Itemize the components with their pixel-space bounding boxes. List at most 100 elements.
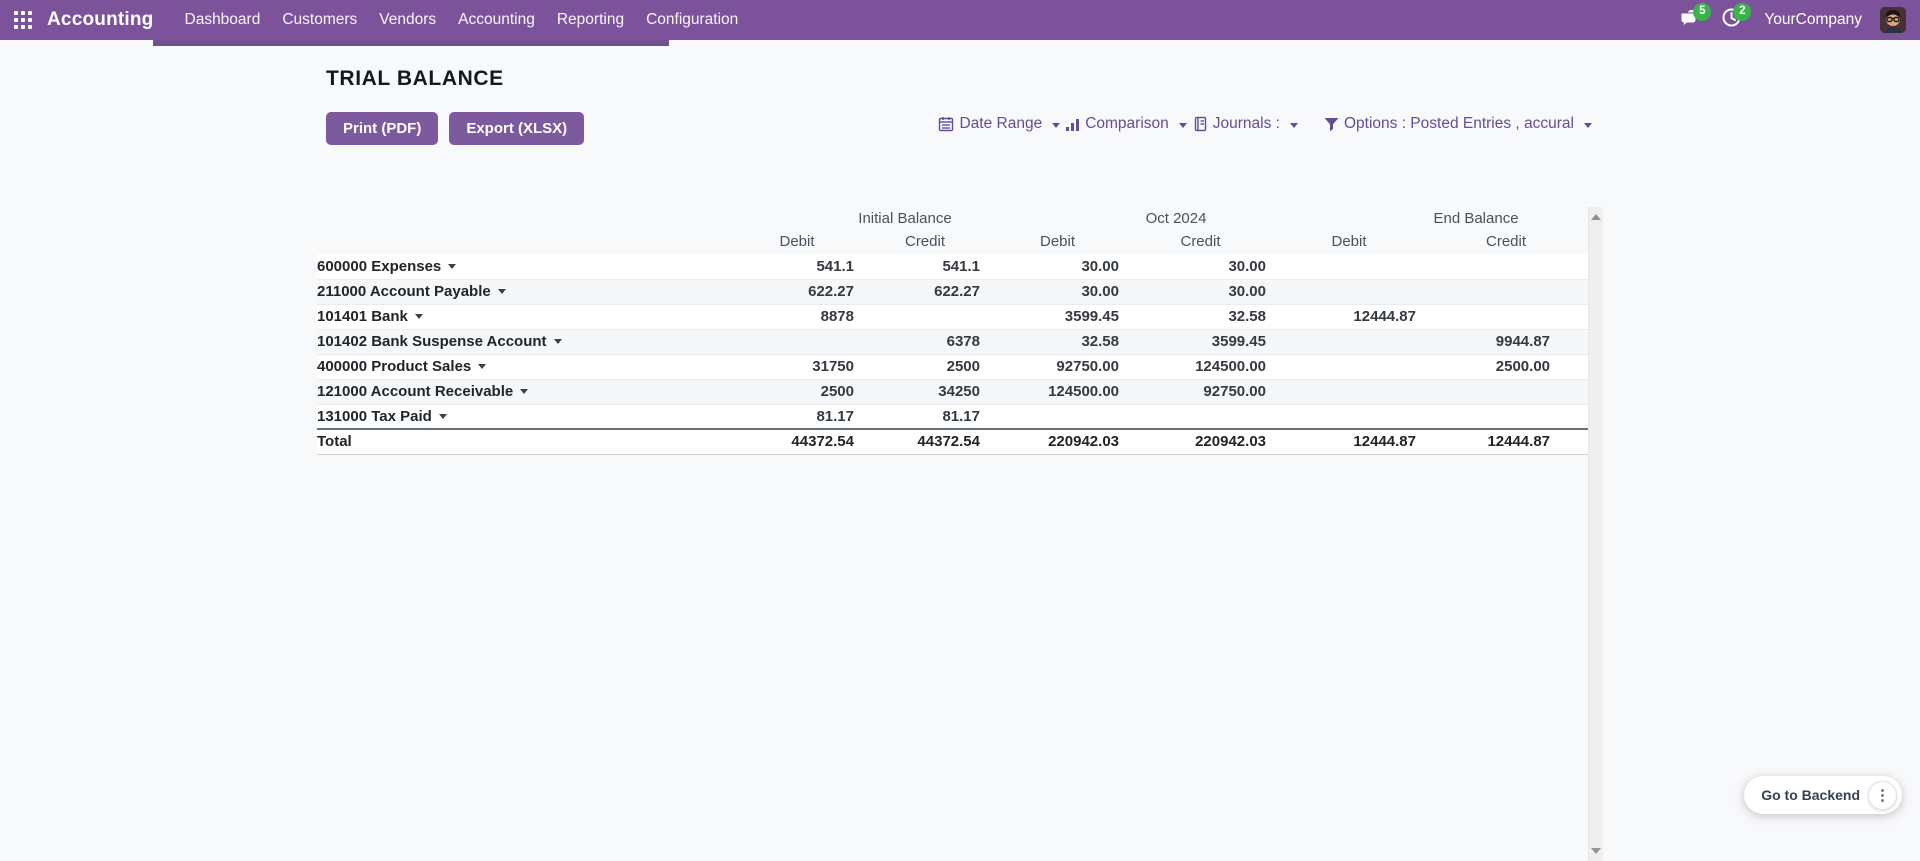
amount-cell [1424, 279, 1589, 305]
activities-badge: 2 [1733, 3, 1752, 21]
amount-cell: 44372.54 [732, 428, 862, 455]
app-brand[interactable]: Accounting [47, 9, 154, 31]
amount-cell: 2500 [732, 379, 862, 405]
column-group-header-row: Initial Balance Oct 2024 End Balance [317, 205, 1588, 231]
table-row: 211000 Account Payable 622.27 622.27 30.00 3… [317, 279, 1589, 305]
navbar-menu-shade [153, 40, 669, 46]
user-avatar[interactable] [1880, 7, 1906, 33]
comparison-label: Comparison [1085, 115, 1169, 132]
amount-cell: 124500.00 [1127, 354, 1274, 380]
scroll-up-arrow-icon[interactable] [1591, 214, 1601, 220]
column-subheader-label: Debit [779, 233, 815, 250]
amount-cell [1127, 404, 1274, 430]
debit-credit-header-row: Debit Credit Debit Credit Debit Credit [317, 231, 1588, 254]
table-row: 400000 Product Sales 31750 2500 92750.00 124… [317, 354, 1589, 380]
nav-menu-item-dashboard[interactable]: Dashboard [174, 0, 272, 40]
report-filters: Date Range Comparison Journals : Options… [317, 109, 1592, 139]
nav-menu-item-vendors[interactable]: Vendors [368, 0, 447, 40]
amount-cell: 92750.00 [988, 354, 1127, 380]
amount-cell: 124500.00 [988, 379, 1127, 405]
filter-funnel-icon [1324, 117, 1339, 132]
column-subheader-label: Debit [1039, 233, 1076, 250]
amount-cell: 31750 [732, 354, 862, 380]
amount-cell: 32.58 [1127, 304, 1274, 330]
total-label: Total [317, 428, 732, 455]
amount-cell [1424, 304, 1589, 330]
amount-cell: 44372.54 [862, 428, 988, 455]
amount-cell [732, 329, 862, 355]
company-menu[interactable]: YourCompany [1756, 11, 1870, 29]
amount-cell [1274, 404, 1424, 430]
chevron-down-icon [438, 413, 447, 419]
comparison-filter[interactable]: Comparison [1066, 115, 1187, 133]
apps-grid-icon[interactable] [14, 11, 32, 29]
backend-pill: Go to Backend ⋮ [1744, 776, 1902, 814]
account-dropdown[interactable]: 101401 Bank [317, 308, 423, 325]
column-group-label: Initial Balance [858, 210, 952, 227]
account-dropdown[interactable]: 211000 Account Payable [317, 283, 506, 300]
options-label: Options : Posted Entries , accural [1343, 115, 1574, 132]
date-range-filter[interactable]: Date Range [938, 115, 1061, 133]
account-dropdown[interactable]: 131000 Tax Paid [317, 408, 447, 425]
scroll-down-arrow-icon[interactable] [1591, 848, 1601, 854]
amount-cell: 9944.87 [1424, 329, 1589, 355]
account-dropdown[interactable]: 400000 Product Sales [317, 358, 487, 375]
nav-menu-item-configuration[interactable]: Configuration [635, 0, 749, 40]
amount-cell: 30.00 [1127, 279, 1274, 305]
chevron-down-icon [1289, 122, 1298, 128]
column-subheader-label: Credit [1180, 233, 1221, 250]
amount-cell [1274, 254, 1424, 280]
activities-button[interactable]: 2 [1716, 3, 1752, 35]
amount-cell [1274, 329, 1424, 355]
chevron-down-icon [448, 263, 457, 269]
amount-cell [862, 304, 988, 330]
account-dropdown[interactable]: 600000 Expenses [317, 258, 457, 275]
table-row: 101401 Bank 8878 3599.45 32.58 12444.87 [317, 304, 1589, 330]
nav-menu-item-accounting[interactable]: Accounting [447, 0, 546, 40]
account-dropdown[interactable]: 121000 Account Receivable [317, 383, 529, 400]
amount-cell [1274, 379, 1424, 405]
amount-cell: 3599.45 [988, 304, 1127, 330]
chevron-down-icon [1584, 122, 1592, 128]
table-row: 131000 Tax Paid 81.17 81.17 [317, 404, 1589, 430]
table-row: 600000 Expenses 541.1 541.1 30.00 30.00 [317, 254, 1589, 280]
amount-cell: 34250 [862, 379, 988, 405]
nav-menu-item-customers[interactable]: Customers [271, 0, 368, 40]
total-row: Total 44372.54 44372.54 220942.03 220942.03 1… [317, 428, 1589, 455]
vertical-scrollbar[interactable] [1588, 207, 1603, 861]
amount-cell: 541.1 [862, 254, 988, 280]
amount-cell: 8878 [732, 304, 862, 330]
trial-balance-table: Initial Balance Oct 2024 End Balance Debit… [317, 205, 1589, 455]
journals-filter[interactable]: Journals : [1193, 115, 1298, 133]
go-to-backend-button[interactable]: Go to Backend [1761, 787, 1860, 803]
chevron-down-icon [414, 314, 423, 319]
amount-cell: 12444.87 [1274, 428, 1424, 455]
amount-cell: 32.58 [988, 329, 1127, 355]
table-row: 101402 Bank Suspense Account 6378 32.58 359… [317, 329, 1589, 355]
chevron-down-icon [1052, 122, 1061, 128]
page-title: TRIAL BALANCE [326, 67, 504, 90]
amount-cell: 541.1 [732, 254, 862, 280]
journal-icon [1193, 116, 1208, 132]
amount-cell: 622.27 [732, 279, 862, 305]
top-navbar: Accounting Dashboard Customers Vendors Acco… [0, 0, 1920, 40]
amount-cell: 81.17 [732, 404, 862, 430]
navbar-right: 5 2 YourCompany [1676, 3, 1906, 35]
amount-cell: 220942.03 [1127, 428, 1274, 455]
nav-menu-item-reporting[interactable]: Reporting [546, 0, 635, 40]
amount-cell: 622.27 [862, 279, 988, 305]
amount-cell [1274, 354, 1424, 380]
kebab-menu-icon[interactable]: ⋮ [1868, 780, 1897, 810]
trial-balance-body: 600000 Expenses 541.1 541.1 30.00 30.00 21100… [317, 254, 1589, 430]
amount-cell: 2500.00 [1424, 354, 1589, 380]
account-dropdown[interactable]: 101402 Bank Suspense Account [317, 333, 562, 350]
amount-cell: 92750.00 [1127, 379, 1274, 405]
amount-cell: 30.00 [1127, 254, 1274, 280]
options-filter[interactable]: Options : Posted Entries , accural [1324, 115, 1592, 133]
amount-cell [988, 404, 1127, 430]
amount-cell: 3599.45 [1127, 329, 1274, 355]
journals-label: Journals : [1212, 115, 1280, 132]
calendar-icon [938, 116, 954, 132]
messages-badge: 5 [1693, 3, 1712, 21]
messages-button[interactable]: 5 [1676, 3, 1712, 35]
